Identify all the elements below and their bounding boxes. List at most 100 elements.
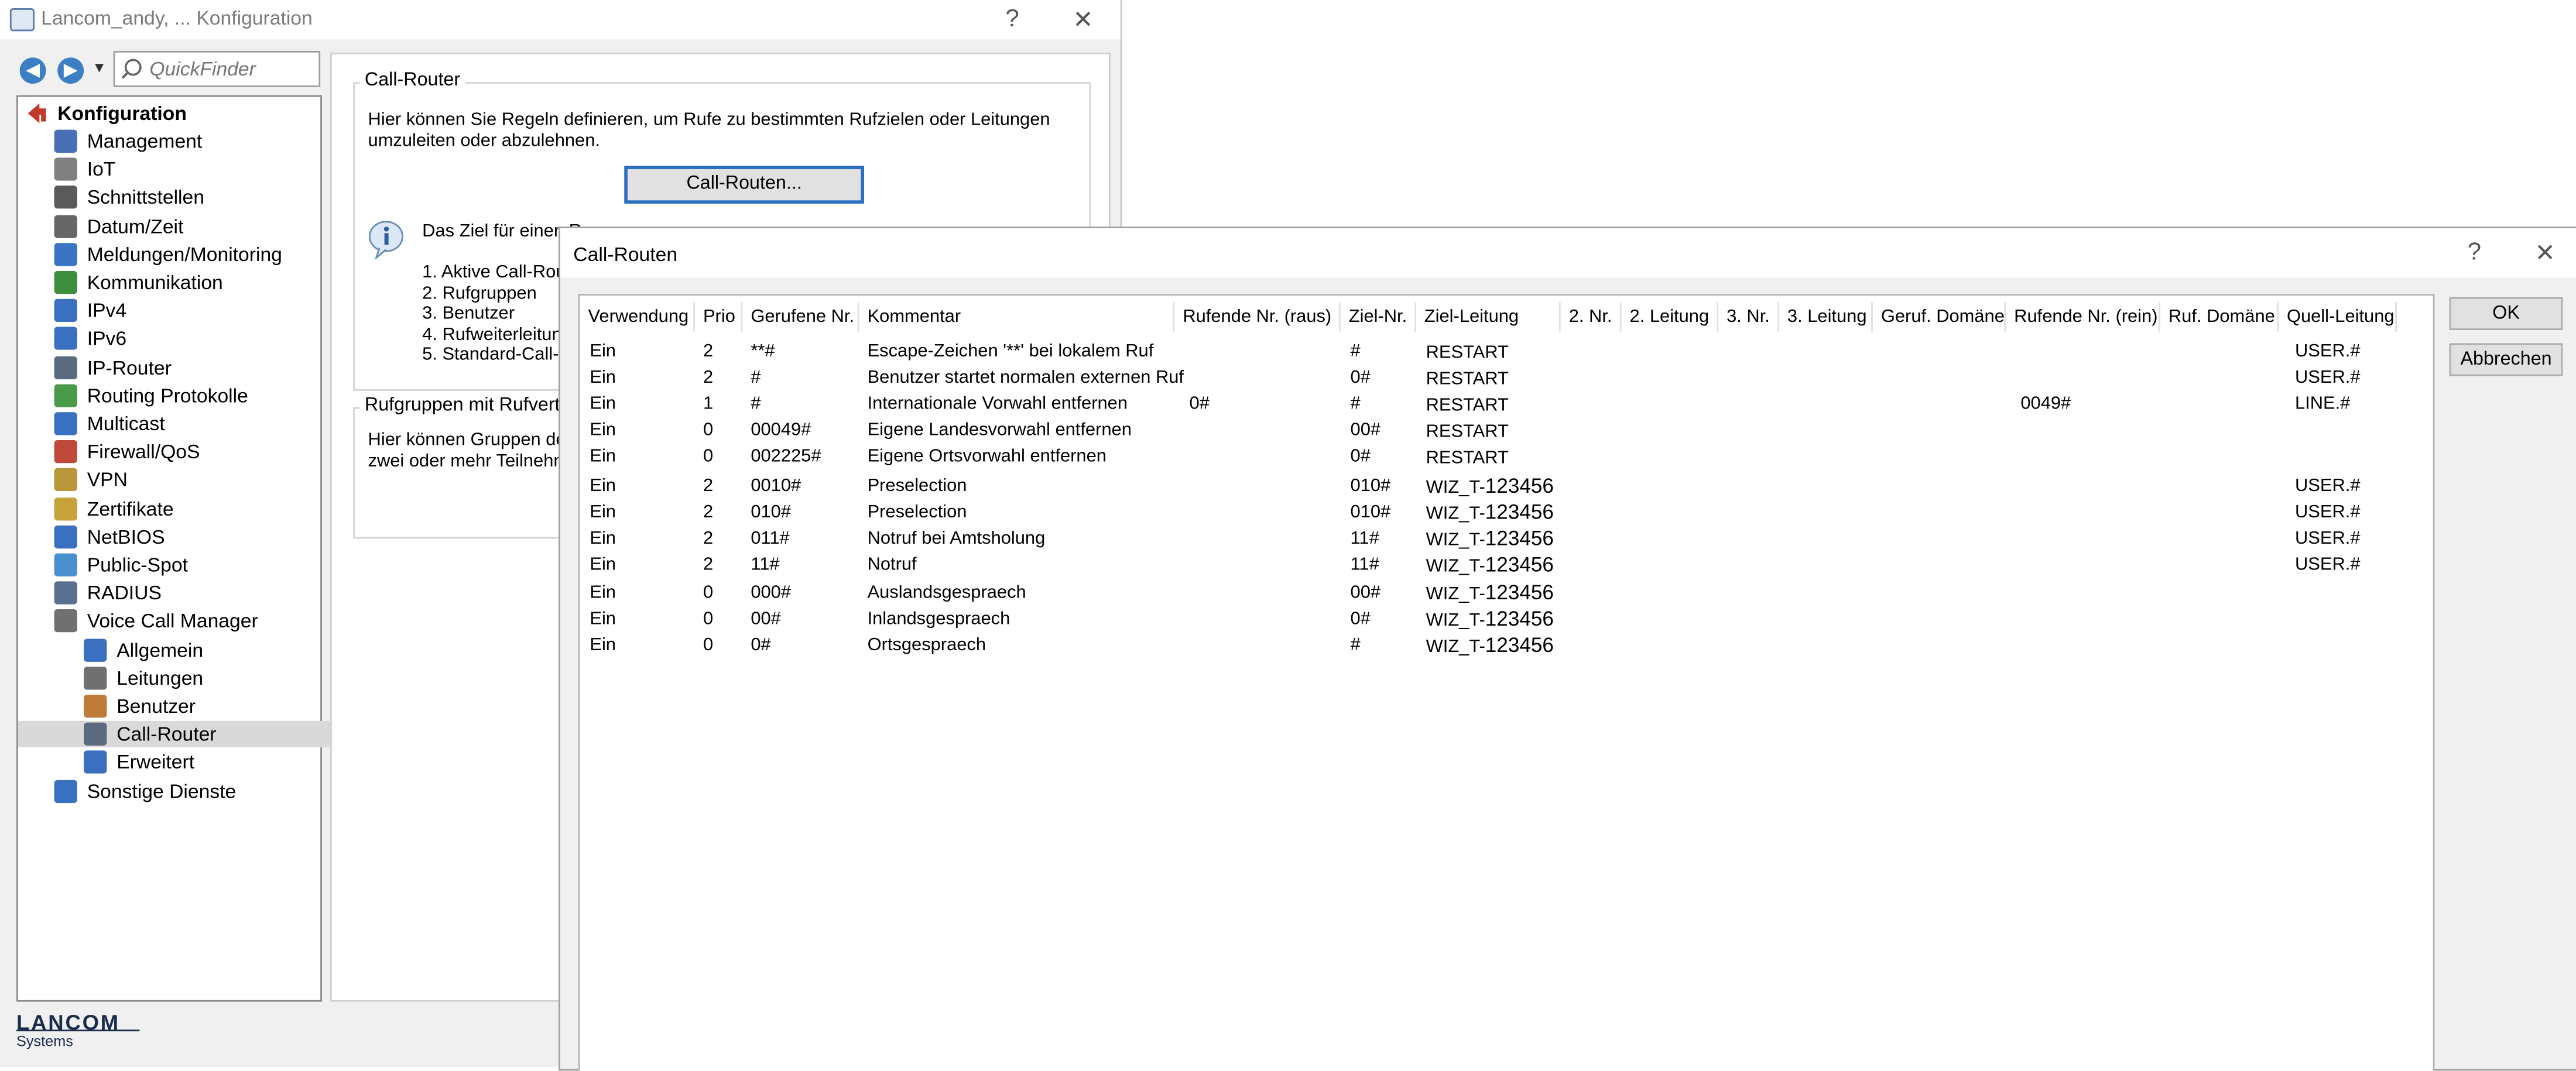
tree-subitem-benutzer[interactable]: Benutzer — [84, 693, 330, 719]
cell-ziel-nr: 0# — [1350, 609, 1371, 629]
ok-button[interactable]: OK — [2449, 297, 2563, 331]
priority-item: 3. Benutzer — [422, 304, 515, 324]
column-header[interactable]: Rufende Nr. (raus) — [1174, 302, 1341, 332]
tree-item-sonstige-dienste[interactable]: Sonstige Dienste — [54, 778, 301, 804]
tree-root-konfiguration[interactable]: Konfiguration — [25, 100, 314, 126]
tree-item-label: IPv6 — [87, 327, 127, 351]
network-icon — [54, 299, 77, 322]
tree-subitem-leitungen[interactable]: Leitungen — [84, 665, 330, 691]
column-header[interactable]: 2. Nr. — [1561, 302, 1622, 332]
dialog-help-button[interactable]: ? — [2468, 238, 2481, 266]
column-header[interactable]: Prio — [695, 302, 743, 332]
ziel-leitung-number: 123456 — [1485, 500, 1554, 524]
column-header[interactable]: Geruf. Domäne — [1873, 302, 2006, 332]
call-router-legend: Call-Router — [359, 70, 465, 91]
network-icon — [54, 525, 77, 548]
cell-prio: 2 — [703, 528, 714, 549]
cell-gerufene-nr: 0# — [751, 635, 771, 655]
info-icon — [368, 221, 403, 260]
tree-item-zertifikate[interactable]: Zertifikate — [54, 495, 301, 521]
column-header[interactable]: Quell-Leitung — [2279, 302, 2397, 332]
tree-subitem-erweitert[interactable]: Erweitert — [84, 750, 330, 776]
help-button[interactable]: ? — [1005, 5, 1019, 33]
column-header[interactable]: 3. Leitung — [1779, 302, 1873, 332]
column-header[interactable]: Ziel-Nr. — [1341, 302, 1416, 332]
firewall-icon — [54, 440, 77, 464]
column-header[interactable]: Rufende Nr. (rein) — [2006, 302, 2160, 332]
cell-verwendung: Ein — [590, 368, 616, 388]
ziel-leitung-number: 123456 — [1485, 581, 1554, 605]
cell-prio: 2 — [703, 476, 714, 496]
cell-ziel-leitung: WIZ_T-123456 — [1426, 475, 1554, 497]
back-arrow-icon[interactable]: ◀ — [19, 57, 46, 84]
cancel-button[interactable]: Abbrechen — [2449, 343, 2563, 376]
quickfinder-input[interactable] — [146, 56, 317, 83]
tree-item-voice-call-manager[interactable]: Voice Call Manager — [54, 608, 301, 634]
network-icon — [54, 779, 77, 802]
cell-ziel-nr: 0# — [1350, 447, 1371, 466]
tree-item-vpn[interactable]: VPN — [54, 467, 301, 493]
ziel-leitung-prefix: WIZ_T- — [1426, 478, 1485, 498]
tree-item-firewall-qos[interactable]: Firewall/QoS — [54, 439, 301, 465]
cell-gerufene-nr: 00# — [751, 609, 781, 629]
cell-verwendung: Ein — [590, 502, 616, 523]
cell-prio: 0 — [703, 583, 714, 603]
router-icon — [54, 355, 77, 379]
user-icon — [84, 694, 107, 718]
column-header[interactable]: Kommentar — [859, 302, 1175, 332]
tree-item-routing-protokolle[interactable]: Routing Protokolle — [54, 382, 301, 409]
management-icon — [54, 129, 77, 153]
forward-arrow-icon[interactable]: ▶ — [57, 57, 84, 84]
ziel-leitung-number: 123456 — [1485, 474, 1554, 498]
cell-ziel-nr: 11# — [1350, 528, 1379, 549]
call-routen-dialog: Call-Routen ? ✕ Verwendung Prio Gerufene N… — [559, 226, 2576, 1071]
tree-item-schnittstellen[interactable]: Schnittstellen — [54, 184, 301, 211]
tree-item-multicast[interactable]: Multicast — [54, 411, 301, 437]
cell-rufende-nr-rein: 0049# — [2020, 394, 2071, 414]
column-header[interactable]: Gerufene Nr. — [742, 302, 859, 332]
history-dropdown-icon[interactable]: ▼ — [92, 59, 107, 75]
call-routen-button[interactable]: Call-Routen... — [624, 166, 864, 204]
back-red-arrow-icon — [28, 103, 46, 123]
cell-verwendung: Ein — [590, 635, 616, 655]
cell-ziel-leitung: WIZ_T-123456 — [1426, 581, 1554, 604]
tree-item-meldungen-monitoring[interactable]: Meldungen/Monitoring — [54, 241, 301, 267]
tree-item-netbios[interactable]: NetBIOS — [54, 524, 301, 550]
ziel-leitung-number: 123456 — [1485, 607, 1554, 631]
quickfinder-field[interactable] — [113, 50, 321, 87]
tree-item-ip-router[interactable]: IP-Router — [54, 354, 301, 380]
priority-item: 2. Rufgruppen — [422, 283, 537, 303]
priority-item: 1. Aktive Call-Rout — [422, 262, 571, 283]
column-header[interactable]: 3. Nr. — [1718, 302, 1779, 332]
cell-prio: 0 — [703, 447, 714, 466]
tree-item-iot[interactable]: IoT — [54, 156, 301, 183]
tree-item-public-spot[interactable]: Public-Spot — [54, 552, 301, 578]
tree-item-label: Benutzer — [117, 694, 196, 718]
column-header[interactable]: Verwendung — [580, 302, 695, 332]
tree-item-label: Public-Spot — [87, 553, 188, 576]
cell-ziel-leitung: WIZ_T-123456 — [1426, 634, 1554, 657]
cell-kommentar: Preselection — [867, 476, 967, 496]
cell-prio: 2 — [703, 502, 714, 523]
tree-item-radius[interactable]: RADIUS — [54, 580, 301, 606]
cell-ziel-leitung: WIZ_T-123456 — [1426, 554, 1554, 576]
cell-verwendung: Ein — [590, 609, 616, 629]
column-header[interactable]: Ziel-Leitung — [1416, 302, 1561, 332]
cell-verwendung: Ein — [590, 528, 616, 549]
column-header[interactable]: Ruf. Domäne — [2160, 302, 2279, 332]
tree-item-ipv4[interactable]: IPv4 — [54, 297, 301, 324]
close-button[interactable]: ✕ — [1073, 5, 1093, 35]
tree-subitem-call-router[interactable]: Call-Router — [18, 721, 383, 748]
info-icon — [54, 242, 77, 266]
cell-kommentar: Eigene Ortsvorwahl entfernen — [867, 447, 1107, 466]
dialog-close-button[interactable]: ✕ — [2535, 238, 2556, 268]
tree-subitem-allgemein[interactable]: Allgemein — [84, 637, 330, 663]
tree-item-datum-zeit[interactable]: Datum/Zeit — [54, 213, 301, 239]
cell-ziel-nr: 00# — [1350, 583, 1381, 603]
ziel-leitung-prefix: WIZ_T- — [1426, 530, 1485, 551]
tree-item-ipv6[interactable]: IPv6 — [54, 326, 301, 352]
tree-item-kommunikation[interactable]: Kommunikation — [54, 269, 301, 296]
tree-item-management[interactable]: Management — [54, 128, 301, 155]
column-header[interactable]: 2. Leitung — [1622, 302, 1719, 332]
tree-item-label: RADIUS — [87, 581, 162, 605]
